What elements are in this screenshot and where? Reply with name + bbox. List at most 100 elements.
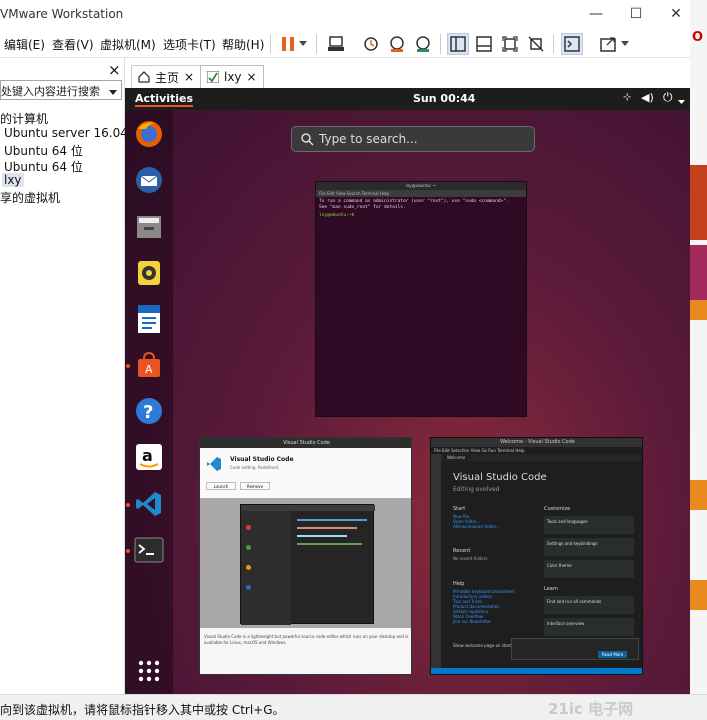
terminal-line: See "man sudo_root" for details. — [319, 205, 406, 210]
menu-tabs[interactable]: 选项卡(T) — [163, 36, 216, 53]
learn-heading: Learn — [544, 586, 558, 592]
snapshot-manager-icon[interactable] — [412, 33, 434, 55]
toolbar-divider — [270, 34, 271, 54]
tab-vm[interactable]: lxy × — [200, 65, 264, 88]
start-heading: Start — [453, 506, 466, 512]
activities-button[interactable]: Activities — [135, 92, 194, 107]
software-icon[interactable]: A — [133, 349, 165, 381]
files-icon[interactable] — [133, 211, 165, 243]
chevron-down-icon[interactable] — [619, 33, 631, 55]
thunderbird-icon[interactable] — [133, 164, 165, 196]
vscode-icon — [207, 457, 221, 471]
menu-vm[interactable]: 虚拟机(M) — [100, 36, 156, 53]
console-view-icon[interactable] — [561, 33, 583, 55]
vm-console[interactable]: Activities Sun 00:44 ⊹ ◀) ⏻ A ? a Type t… — [125, 88, 690, 694]
show-apps-icon[interactable] — [133, 655, 165, 687]
vscode-window[interactable]: Welcome - Visual Studio Code File Edit S… — [430, 437, 643, 675]
welcome-heading: Visual Studio Code — [453, 472, 547, 483]
software-window[interactable]: Visual Studio Code Visual Studio Code Co… — [199, 437, 412, 675]
app-subtitle: Code editing. Redefined. — [230, 465, 280, 470]
volume-icon[interactable]: ◀) — [641, 91, 654, 104]
watermark-logo: 21ic 电子网 — [548, 700, 634, 718]
title-bar: VMware Workstation — ☐ ✕ — [0, 0, 690, 28]
close-icon[interactable]: × — [184, 70, 194, 84]
app-name: Visual Studio Code — [230, 456, 294, 463]
tab-label: lxy — [224, 70, 242, 84]
network-icon[interactable]: ⊹ — [623, 92, 631, 103]
unity-mode-icon[interactable] — [525, 33, 547, 55]
learn-card[interactable]: Interface overview — [544, 618, 634, 636]
customize-card[interactable]: Settings and keybindings — [544, 538, 634, 556]
close-icon[interactable]: × — [247, 70, 257, 84]
tree-root-my-computer[interactable]: 的计算机 — [0, 110, 48, 127]
remove-button[interactable]: Remove — [240, 482, 270, 490]
desktop-fragment — [690, 245, 707, 300]
activities-search-input[interactable]: Type to search... — [291, 126, 535, 152]
show-welcome-checkbox[interactable]: Show welcome page on startup — [453, 643, 516, 648]
status-bar: 向到该虚拟机，请将鼠标指针移入其中或按 Ctrl+G。 21ic 电子网 — [0, 694, 707, 720]
window-title: Welcome - Visual Studio Code — [431, 438, 642, 447]
writer-icon[interactable] — [133, 303, 165, 335]
chevron-down-icon[interactable] — [297, 33, 309, 55]
vm-console-icon — [207, 71, 219, 83]
activity-bar — [431, 454, 441, 668]
desktop-fragment: O — [692, 30, 704, 45]
tree-shared-vms[interactable]: 享的虚拟机 — [0, 189, 60, 206]
stretch-guest-icon[interactable] — [597, 33, 619, 55]
ubuntu-dock: A ? a — [125, 110, 173, 694]
learn-card[interactable]: Find and run all commands — [544, 596, 634, 614]
screenshot-dot — [246, 585, 251, 590]
library-panel: × 处键入内容进行搜索 的计算机 Ubuntu server 16.04 Ubu… — [0, 58, 128, 694]
help-icon[interactable]: ? — [133, 395, 165, 427]
library-close-button[interactable]: × — [108, 61, 121, 79]
firefox-icon[interactable] — [133, 118, 165, 150]
amazon-icon[interactable]: a — [133, 441, 165, 473]
maximize-button[interactable]: ☐ — [622, 4, 650, 24]
chevron-down-icon[interactable] — [109, 85, 117, 99]
terminal-window[interactable]: lxy@ubuntu: ~ File Edit View Search Term… — [315, 181, 527, 417]
desktop-fragment — [690, 580, 707, 610]
screenshot-editor — [240, 504, 375, 625]
vscode-menu: File Edit Selection View Go Run Terminal… — [434, 448, 525, 453]
customize-card[interactable]: Color theme — [544, 560, 634, 578]
revert-snapshot-icon[interactable] — [386, 33, 408, 55]
tree-item-vm-selected[interactable]: lxy — [2, 173, 24, 187]
tree-item-vm[interactable]: Ubuntu server 16.04 — [4, 126, 128, 140]
terminal-prompt: lxy@ubuntu:~$ — [319, 213, 355, 218]
vscode-icon[interactable] — [133, 488, 165, 520]
pause-icon[interactable] — [277, 33, 299, 55]
library-search-input[interactable]: 处键入内容进行搜索 — [0, 80, 122, 100]
menu-edit[interactable]: 编辑(E) — [4, 36, 45, 53]
send-ctrl-alt-del-icon[interactable] — [325, 33, 347, 55]
recent-heading: Recent — [453, 548, 471, 554]
tab-home[interactable]: 主页 × — [131, 65, 202, 88]
screenshot-code — [297, 535, 347, 537]
menu-view[interactable]: 查看(V) — [52, 36, 94, 53]
desktop-fragment — [690, 165, 707, 240]
thumbnail-bar-icon[interactable] — [473, 33, 495, 55]
close-button[interactable]: ✕ — [662, 4, 690, 24]
screenshot-dot — [246, 545, 251, 550]
start-link[interactable]: Add workspace folder... — [453, 524, 500, 529]
terminal-title: lxy@ubuntu: ~ — [316, 182, 526, 190]
help-link[interactable]: Join our Newsletter — [453, 619, 491, 624]
customize-card[interactable]: Tools and languages — [544, 516, 634, 534]
read-more-button[interactable]: Read More — [598, 651, 628, 658]
minimize-button[interactable]: — — [582, 4, 610, 24]
terminal-menu: File Edit View Search Terminal Help — [316, 190, 526, 197]
search-icon — [301, 133, 314, 146]
clock[interactable]: Sun 00:44 — [413, 92, 475, 105]
screenshot-code — [297, 527, 357, 529]
launch-button[interactable]: Launch — [206, 482, 236, 490]
host-desktop-strip: O — [690, 0, 707, 720]
menu-help[interactable]: 帮助(H) — [222, 36, 264, 53]
show-library-icon[interactable] — [447, 33, 469, 55]
chevron-down-icon[interactable] — [678, 94, 685, 108]
terminal-icon[interactable] — [133, 534, 165, 566]
rhythmbox-icon[interactable] — [133, 257, 165, 289]
snapshot-icon[interactable] — [360, 33, 382, 55]
power-icon[interactable]: ⏻ — [663, 90, 673, 105]
tree-item-vm[interactable]: Ubuntu 64 位 — [4, 142, 83, 159]
full-screen-icon[interactable] — [499, 33, 521, 55]
tab-welcome[interactable]: Welcome — [443, 455, 470, 460]
